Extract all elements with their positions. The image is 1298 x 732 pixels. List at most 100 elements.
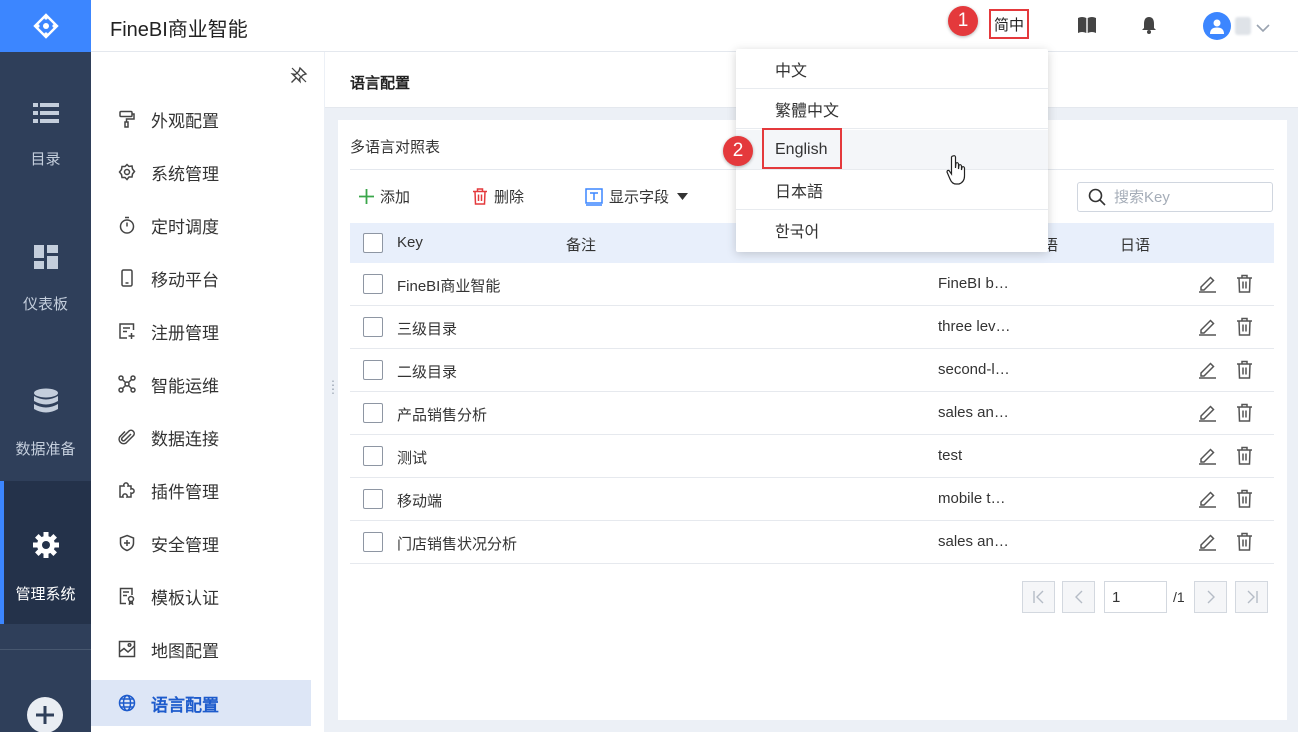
step-marker-1: 1 — [948, 6, 978, 36]
sidebar-item-mobile[interactable]: 移动平台 — [91, 255, 311, 301]
sidebar-item-label: 移动平台 — [151, 270, 219, 290]
language-switch-button[interactable]: 简中 — [989, 9, 1029, 39]
last-page-button[interactable] — [1235, 581, 1268, 613]
edit-icon[interactable] — [1198, 446, 1217, 469]
edit-icon[interactable] — [1198, 489, 1217, 512]
sidebar-item-system[interactable]: 系统管理 — [91, 149, 311, 195]
pin-icon[interactable] — [290, 66, 308, 89]
row-key: 门店销售状况分析 — [397, 536, 518, 553]
sidebar-item-ops[interactable]: 智能运维 — [91, 361, 311, 407]
sidebar-item-connection[interactable]: 数据连接 — [91, 414, 311, 460]
table-row: 移动端 mobile t… — [350, 478, 1274, 521]
left-nav: 目录 仪表板 数据准备 管理系统 — [0, 0, 91, 732]
trash-icon[interactable] — [1236, 446, 1253, 469]
sidebar-item-plugins[interactable]: 插件管理 — [91, 467, 311, 513]
nav-item-data-prep[interactable]: 数据准备 — [0, 338, 91, 481]
chevron-right-icon — [1207, 590, 1215, 604]
page-number-input[interactable] — [1104, 581, 1167, 613]
chevron-down-icon[interactable] — [1256, 20, 1270, 38]
edit-icon[interactable] — [1198, 403, 1217, 426]
table-row: 测试 test — [350, 435, 1274, 478]
row-checkbox[interactable] — [363, 274, 383, 294]
sidebar-item-language[interactable]: 语言配置 — [91, 680, 311, 726]
search-input[interactable] — [1114, 188, 1264, 206]
language-option-ko[interactable]: 한국어 — [736, 210, 1048, 250]
sidebar-item-label: 定时调度 — [151, 217, 219, 237]
trash-icon[interactable] — [1236, 317, 1253, 340]
book-icon[interactable] — [1077, 16, 1097, 39]
nav-label: 数据准备 — [15, 441, 76, 458]
table-row: 三级目录 three lev… — [350, 306, 1274, 349]
sidebar-item-label: 插件管理 — [151, 482, 219, 502]
page-title: 语言配置 — [350, 75, 411, 92]
row-checkbox[interactable] — [363, 489, 383, 509]
sidebar-item-label: 数据连接 — [151, 429, 219, 449]
row-english: sales an… — [938, 404, 1009, 421]
nav-item-admin[interactable]: 管理系统 — [0, 481, 91, 624]
mobile-icon — [117, 268, 137, 288]
row-english: test — [938, 447, 963, 464]
prev-page-button[interactable] — [1062, 581, 1095, 613]
row-key: 三级目录 — [397, 321, 458, 338]
settings-icon — [117, 162, 137, 182]
row-checkbox[interactable] — [363, 403, 383, 423]
row-checkbox[interactable] — [363, 360, 383, 380]
first-page-button[interactable] — [1022, 581, 1055, 613]
trash-icon[interactable] — [1236, 489, 1253, 512]
sidebar-item-label: 安全管理 — [151, 535, 219, 555]
delete-label: 删除 — [494, 189, 525, 206]
table-row: 门店销售状况分析 sales an… — [350, 521, 1274, 564]
sidebar-item-appearance[interactable]: 外观配置 — [91, 96, 311, 142]
trash-icon[interactable] — [1236, 274, 1253, 297]
language-option-zh-tw[interactable]: 繁體中文 — [736, 89, 1048, 129]
sidebar-item-label: 系统管理 — [151, 164, 219, 184]
row-checkbox[interactable] — [363, 446, 383, 466]
nav-label: 目录 — [30, 151, 61, 168]
trash-icon[interactable] — [1236, 360, 1253, 383]
paint-roller-icon — [117, 109, 137, 129]
add-button[interactable] — [27, 697, 63, 732]
nav-item-catalog[interactable]: 目录 — [0, 52, 91, 195]
sidebar-item-label: 地图配置 — [151, 641, 219, 661]
search-box[interactable] — [1077, 182, 1273, 212]
logo-icon — [32, 13, 59, 39]
row-english: three lev… — [938, 318, 1011, 335]
table-row: 二级目录 second-l… — [350, 349, 1274, 392]
sidebar-item-security[interactable]: 安全管理 — [91, 520, 311, 566]
sidebar-item-label: 注册管理 — [151, 323, 219, 343]
highlight-box — [762, 128, 842, 169]
display-fields-dropdown[interactable]: 显示字段 — [585, 186, 689, 207]
row-checkbox[interactable] — [363, 532, 383, 552]
page-total: /1 — [1173, 589, 1185, 605]
edit-icon[interactable] — [1198, 274, 1217, 297]
row-checkbox[interactable] — [363, 317, 383, 337]
edit-icon[interactable] — [1198, 532, 1217, 555]
trash-icon[interactable] — [1236, 532, 1253, 555]
edit-icon[interactable] — [1198, 317, 1217, 340]
sidebar-item-template-cert[interactable]: 模板认证 — [91, 573, 311, 619]
column-header-note: 备注 — [566, 237, 597, 254]
bell-icon[interactable] — [1141, 16, 1157, 39]
gear-icon — [32, 531, 60, 563]
map-icon — [117, 639, 137, 659]
paperclip-icon — [117, 427, 137, 447]
delete-button[interactable]: 删除 — [472, 186, 524, 207]
nav-item-dashboard[interactable]: 仪表板 — [0, 195, 91, 338]
avatar[interactable] — [1203, 12, 1231, 40]
row-key: 二级目录 — [397, 364, 458, 381]
add-button[interactable]: 添加 — [359, 186, 410, 207]
sidebar-item-register[interactable]: 注册管理 — [91, 308, 311, 354]
trash-icon[interactable] — [1236, 403, 1253, 426]
language-option-ja[interactable]: 日本語 — [736, 170, 1048, 210]
certificate-icon — [117, 586, 137, 606]
resize-handle[interactable]: ⋮ ⋮ — [327, 379, 339, 395]
database-icon — [33, 388, 59, 418]
sidebar-item-map[interactable]: 地图配置 — [91, 626, 311, 672]
caret-down-icon — [677, 193, 689, 200]
logo[interactable] — [0, 0, 91, 52]
edit-icon[interactable] — [1198, 360, 1217, 383]
sidebar-item-schedule[interactable]: 定时调度 — [91, 202, 311, 248]
select-all-checkbox[interactable] — [363, 233, 383, 253]
next-page-button[interactable] — [1194, 581, 1227, 613]
language-option-zh[interactable]: 中文 — [736, 49, 1048, 89]
